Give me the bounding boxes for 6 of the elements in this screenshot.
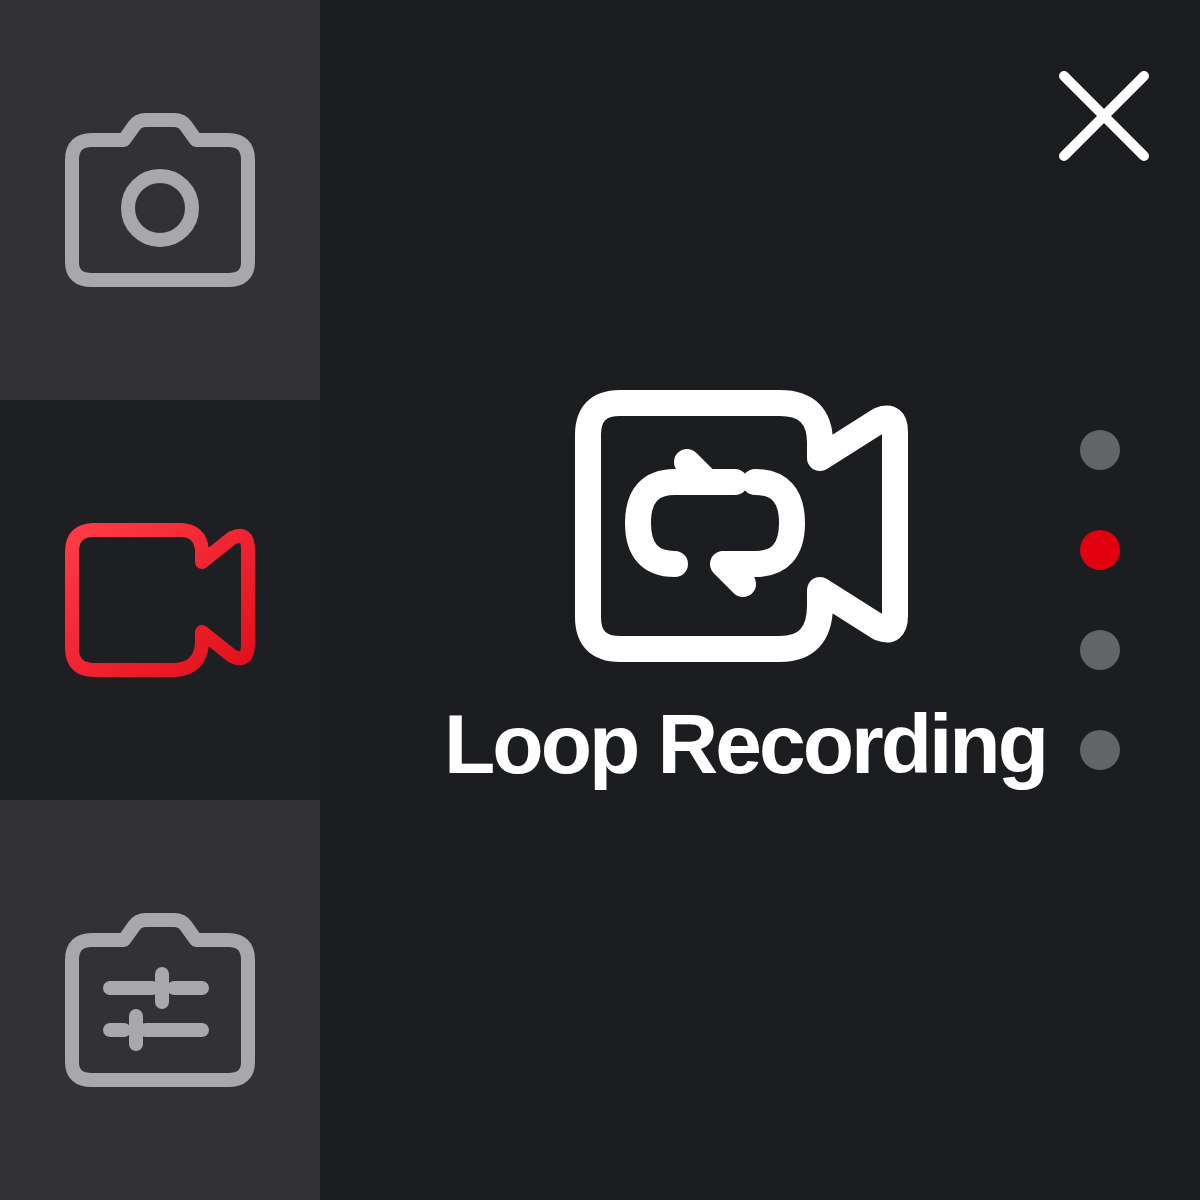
video-camera-icon <box>62 520 258 680</box>
mode-tab[interactable] <box>0 0 320 400</box>
close-icon[interactable] <box>1056 68 1152 164</box>
camera-icon <box>62 112 258 288</box>
mode-tab[interactable] <box>0 800 320 1200</box>
camera-settings-icon <box>62 912 258 1088</box>
